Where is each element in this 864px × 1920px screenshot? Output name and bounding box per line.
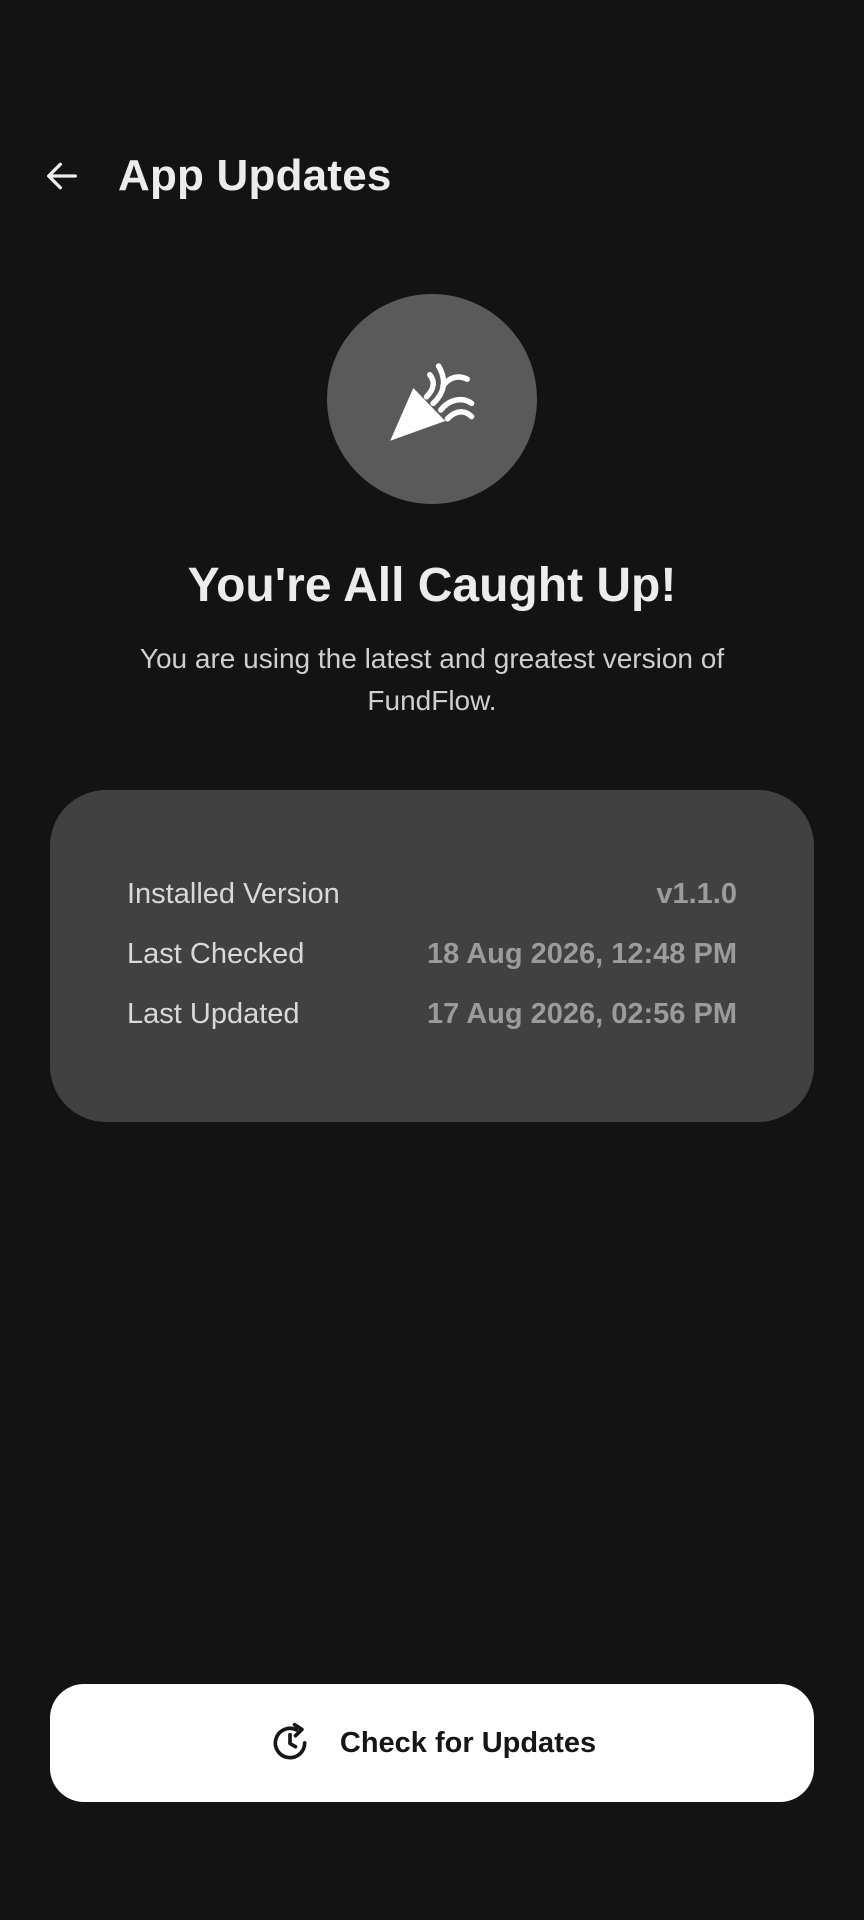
info-value: v1.1.0 <box>656 877 737 910</box>
info-label: Last Updated <box>127 997 300 1030</box>
info-row-last-updated: Last Updated 17 Aug 2026, 02:56 PM <box>127 984 737 1044</box>
page-title: App Updates <box>118 151 392 200</box>
arrow-left-icon <box>47 162 78 190</box>
info-label: Installed Version <box>127 877 340 910</box>
version-info-card: Installed Version v1.1.0 Last Checked 18… <box>50 790 814 1122</box>
check-for-updates-button[interactable]: Check for Updates <box>50 1684 814 1802</box>
info-value: 17 Aug 2026, 02:56 PM <box>426 997 737 1030</box>
status-subtext: You are using the latest and greatest ve… <box>139 643 725 716</box>
info-row-installed-version: Installed Version v1.1.0 <box>127 864 737 924</box>
clock-refresh-icon <box>268 1721 312 1765</box>
hero-icon-circle <box>327 294 537 504</box>
back-button[interactable] <box>30 144 94 208</box>
check-for-updates-label: Check for Updates <box>339 1726 597 1759</box>
info-label: Last Checked <box>127 937 305 970</box>
app-bar: App Updates <box>0 136 864 216</box>
party-popper-icon <box>390 363 475 441</box>
status-headline: You're All Caught Up! <box>187 559 677 612</box>
info-value: 18 Aug 2026, 12:48 PM <box>426 937 737 970</box>
info-row-last-checked: Last Checked 18 Aug 2026, 12:48 PM <box>127 924 737 984</box>
